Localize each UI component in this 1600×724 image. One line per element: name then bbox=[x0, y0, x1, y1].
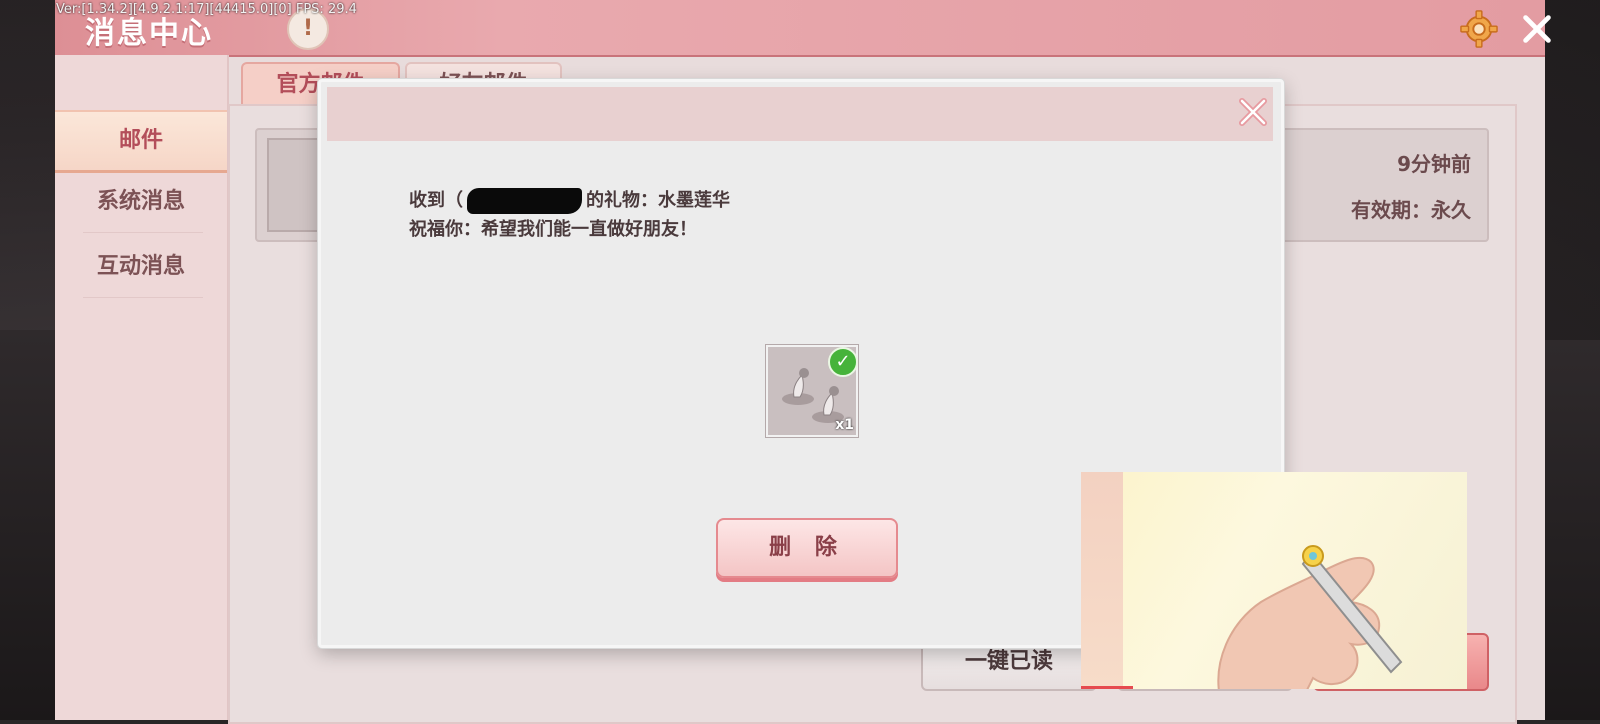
sidebar-divider bbox=[83, 297, 203, 298]
close-icon[interactable] bbox=[1518, 10, 1556, 48]
check-icon: ✓ bbox=[828, 347, 858, 377]
sidebar-item-system-messages[interactable]: 系统消息 bbox=[55, 173, 227, 231]
mail-validity: 有效期：永久 bbox=[1351, 198, 1471, 222]
debug-fps-readout: Ver:[1.34.2][4.9.2.1:17][44415.0][0] FPS… bbox=[56, 2, 357, 17]
sidebar-item-interaction-messages[interactable]: 互动消息 bbox=[55, 238, 227, 296]
gift-message-line-1: 收到（ 的礼物：水墨莲华 bbox=[409, 186, 730, 214]
video-progress-bar bbox=[1081, 686, 1133, 689]
dialog-header bbox=[327, 87, 1273, 141]
video-left-edge bbox=[1081, 472, 1123, 689]
sidebar-divider bbox=[83, 232, 203, 233]
settings-gear-icon[interactable] bbox=[1460, 10, 1498, 48]
delete-button[interactable]: 删 除 bbox=[716, 518, 898, 578]
dialog-close-icon[interactable] bbox=[1236, 95, 1270, 129]
sidebar: 邮件 系统消息 互动消息 bbox=[55, 55, 229, 720]
video-overlay[interactable] bbox=[1081, 472, 1467, 689]
gift-quantity: x1 bbox=[835, 417, 854, 433]
redacted-sender-name bbox=[467, 188, 582, 214]
sidebar-item-mail[interactable]: 邮件 bbox=[55, 110, 227, 173]
mail-time: 9分钟前 bbox=[1397, 152, 1471, 176]
gift-item-slot[interactable]: ✓ x1 bbox=[766, 345, 858, 437]
gift-message-prefix: 收到（ bbox=[409, 190, 463, 211]
gift-message-line-2: 祝福你：希望我们能一直做好朋友！ bbox=[409, 219, 697, 240]
gift-message-suffix: 的礼物：水墨莲华 bbox=[586, 190, 730, 211]
hand-holding-tweezers-image bbox=[1217, 545, 1403, 689]
